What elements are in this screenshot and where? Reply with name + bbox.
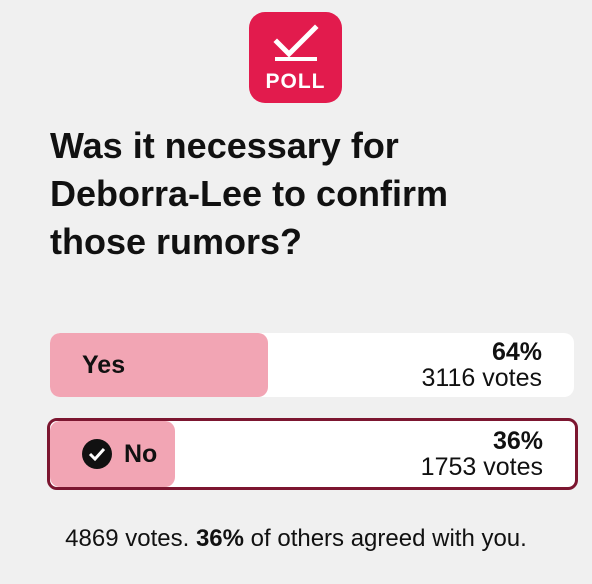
option-votes-no: 1753 votes	[420, 453, 543, 481]
option-label-yes: Yes	[82, 333, 125, 397]
agree-percent: 36%	[195, 525, 244, 552]
poll-question: Was it necessary for Deborra-Lee to conf…	[50, 125, 449, 262]
poll-summary: 4869 votes. 36% of others agreed with yo…	[0, 525, 592, 553]
option-stats-no: 36% 1753 votes	[421, 428, 543, 480]
checkmark-icon	[273, 24, 319, 61]
option-votes-yes: 3116 votes	[421, 364, 542, 392]
selected-check-icon	[82, 439, 112, 469]
total-votes: 4869 votes.	[65, 525, 190, 552]
option-label-text: Yes	[82, 350, 126, 379]
option-percent-yes: 64%	[491, 338, 542, 366]
poll-option-no[interactable]: No 36% 1753 votes	[47, 418, 578, 490]
option-percent-no: 36%	[492, 427, 543, 455]
poll-badge-label: POLL	[265, 70, 326, 93]
agree-suffix: of others agreed with you.	[250, 525, 527, 552]
option-label-no: No	[82, 421, 157, 487]
option-label-text: No	[124, 439, 158, 468]
poll-option-yes[interactable]: Yes 64% 3116 votes	[50, 333, 574, 397]
poll-logo: POLL	[249, 12, 342, 103]
option-stats-yes: 64% 3116 votes	[422, 339, 542, 391]
